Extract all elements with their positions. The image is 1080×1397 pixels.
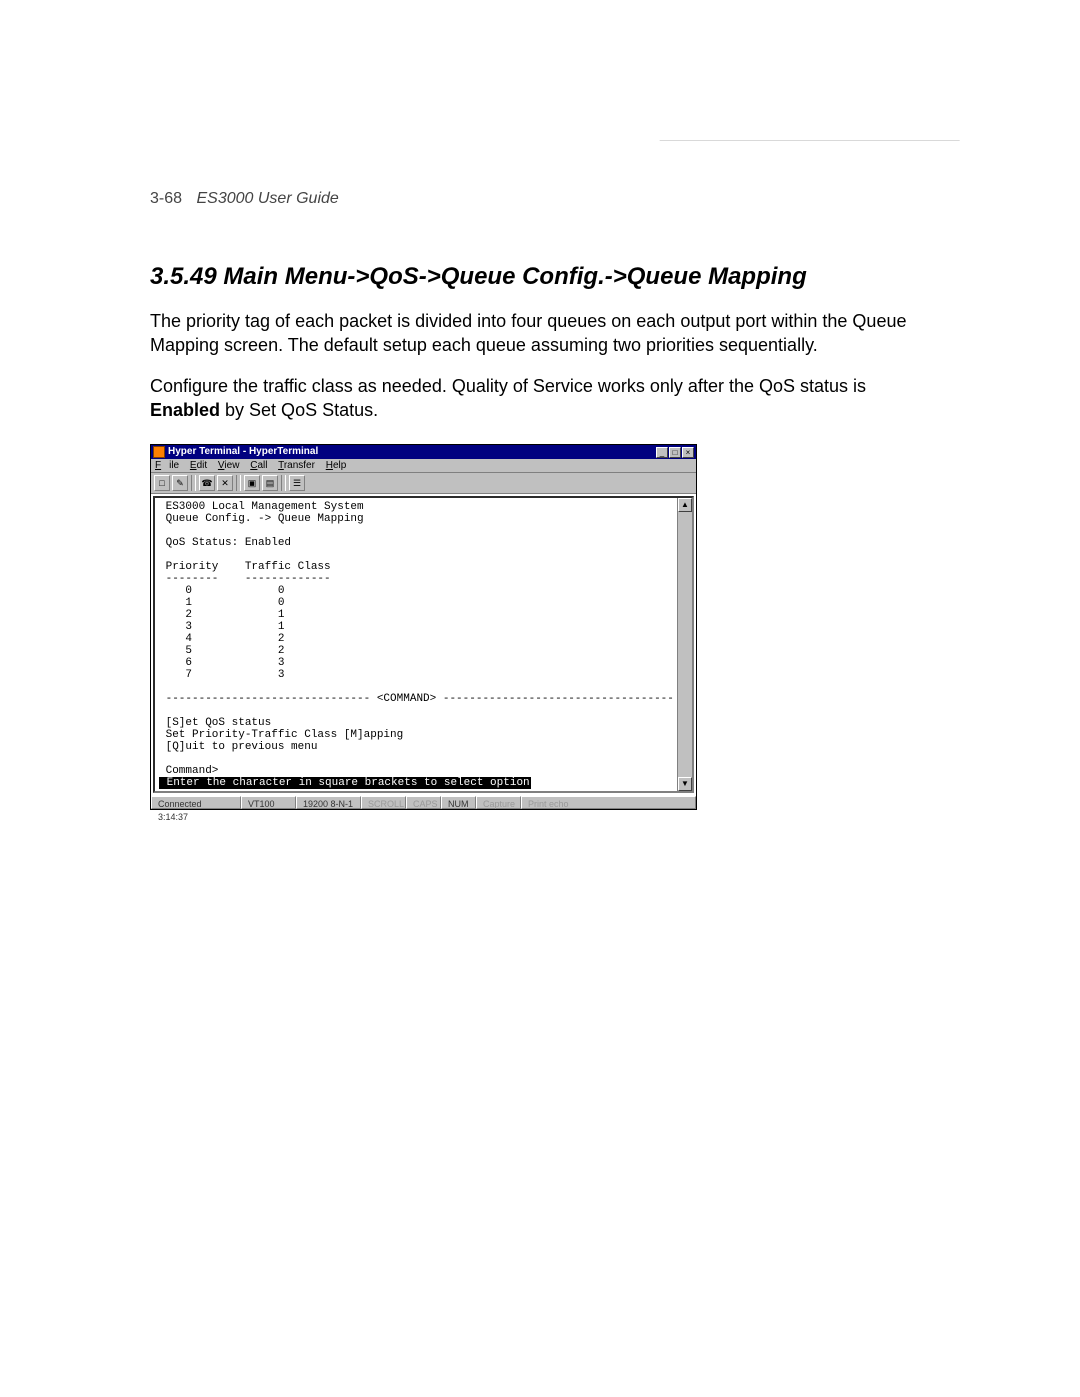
term-row: 3 1	[159, 621, 284, 633]
term-line: QoS Status: Enabled	[159, 537, 291, 549]
disconnect-icon[interactable]: ✕	[217, 475, 233, 491]
term-line: ------------------------------- <COMMAND…	[159, 693, 674, 705]
toolbar-separator	[281, 475, 286, 491]
term-row: 0 0	[159, 585, 284, 597]
app-icon	[153, 446, 165, 458]
properties-icon[interactable]: ☰	[289, 475, 305, 491]
close-button[interactable]: ×	[682, 447, 694, 458]
term-row: 1 0	[159, 597, 284, 609]
toolbar-separator	[191, 475, 196, 491]
term-row: 7 3	[159, 669, 284, 681]
section-heading: 3.5.49 Main Menu->QoS->Queue Config.->Qu…	[150, 263, 960, 291]
terminal-output: ES3000 Local Management System Queue Con…	[155, 498, 678, 791]
status-caps: CAPS	[406, 796, 441, 809]
menubar: File Edit View Call Transfer Help	[151, 459, 696, 473]
term-line: Set Priority-Traffic Class [M]apping	[159, 729, 403, 741]
page-header: 3-68 ES3000 User Guide	[150, 190, 960, 208]
status-emulation: VT100	[241, 796, 296, 809]
status-connected: Connected 3:14:37	[151, 796, 241, 809]
terminal-viewport: ES3000 Local Management System Queue Con…	[153, 496, 694, 793]
toolbar-separator	[236, 475, 241, 491]
menu-file[interactable]: File	[155, 460, 179, 471]
statusbar: Connected 3:14:37 VT100 19200 8-N-1 SCRO…	[151, 795, 696, 809]
status-line: 19200 8-N-1	[296, 796, 361, 809]
menu-transfer[interactable]: Transfer	[278, 460, 315, 471]
toolbar: □ ✎ ☎ ✕ ▣ ▤ ☰	[151, 473, 696, 494]
paragraph-1: The priority tag of each packet is divid…	[150, 309, 920, 358]
term-row: 4 2	[159, 633, 284, 645]
status-num: NUM	[441, 796, 476, 809]
open-icon[interactable]: ✎	[172, 475, 188, 491]
window-title: Hyper Terminal - HyperTerminal	[168, 445, 656, 459]
scroll-up-icon[interactable]: ▲	[678, 498, 692, 512]
paragraph-2: Configure the traffic class as needed. Q…	[150, 374, 920, 423]
new-icon[interactable]: □	[154, 475, 170, 491]
term-row: 5 2	[159, 645, 284, 657]
window-controls: _ □ ×	[656, 447, 694, 458]
terminal-scrollbar[interactable]: ▲ ▼	[677, 498, 692, 791]
send-icon[interactable]: ▣	[244, 475, 260, 491]
maximize-button[interactable]: □	[669, 447, 681, 458]
menu-help[interactable]: Help	[326, 460, 347, 471]
paragraph-2-bold: Enabled	[150, 400, 220, 420]
term-row: 6 3	[159, 657, 284, 669]
paragraph-2-post: by Set QoS Status.	[225, 400, 378, 420]
term-row: 2 1	[159, 609, 284, 621]
term-line: ES3000 Local Management System	[159, 501, 364, 513]
hyperterminal-window: Hyper Terminal - HyperTerminal _ □ × Fil…	[150, 444, 697, 810]
menu-edit[interactable]: Edit	[190, 460, 207, 471]
paragraph-2-pre: Configure the traffic class as needed. Q…	[150, 376, 866, 396]
titlebar: Hyper Terminal - HyperTerminal _ □ ×	[151, 445, 696, 459]
decorative-curve	[603, 140, 960, 221]
minimize-button[interactable]: _	[656, 447, 668, 458]
guide-title: ES3000 User Guide	[196, 190, 338, 207]
term-line: [S]et QoS status	[159, 717, 271, 729]
terminal-container: ES3000 Local Management System Queue Con…	[151, 494, 696, 795]
status-scroll: SCROLL	[361, 796, 406, 809]
connect-icon[interactable]: ☎	[199, 475, 215, 491]
receive-icon[interactable]: ▤	[262, 475, 278, 491]
menu-view[interactable]: View	[218, 460, 240, 471]
term-line: Queue Config. -> Queue Mapping	[159, 513, 364, 525]
term-prompt[interactable]: Command>	[159, 765, 218, 777]
page-number: 3-68	[150, 190, 182, 207]
document-page: 3-68 ES3000 User Guide 3.5.49 Main Menu-…	[0, 0, 1080, 1397]
term-line: Priority Traffic Class	[159, 561, 331, 573]
term-line: -------- -------------	[159, 573, 331, 585]
menu-call[interactable]: Call	[250, 460, 267, 471]
status-echo: Print echo	[521, 796, 696, 809]
status-capture: Capture	[476, 796, 521, 809]
scroll-down-icon[interactable]: ▼	[678, 777, 692, 791]
term-hint: Enter the character in square brackets t…	[159, 777, 531, 789]
term-line: [Q]uit to previous menu	[159, 741, 317, 753]
